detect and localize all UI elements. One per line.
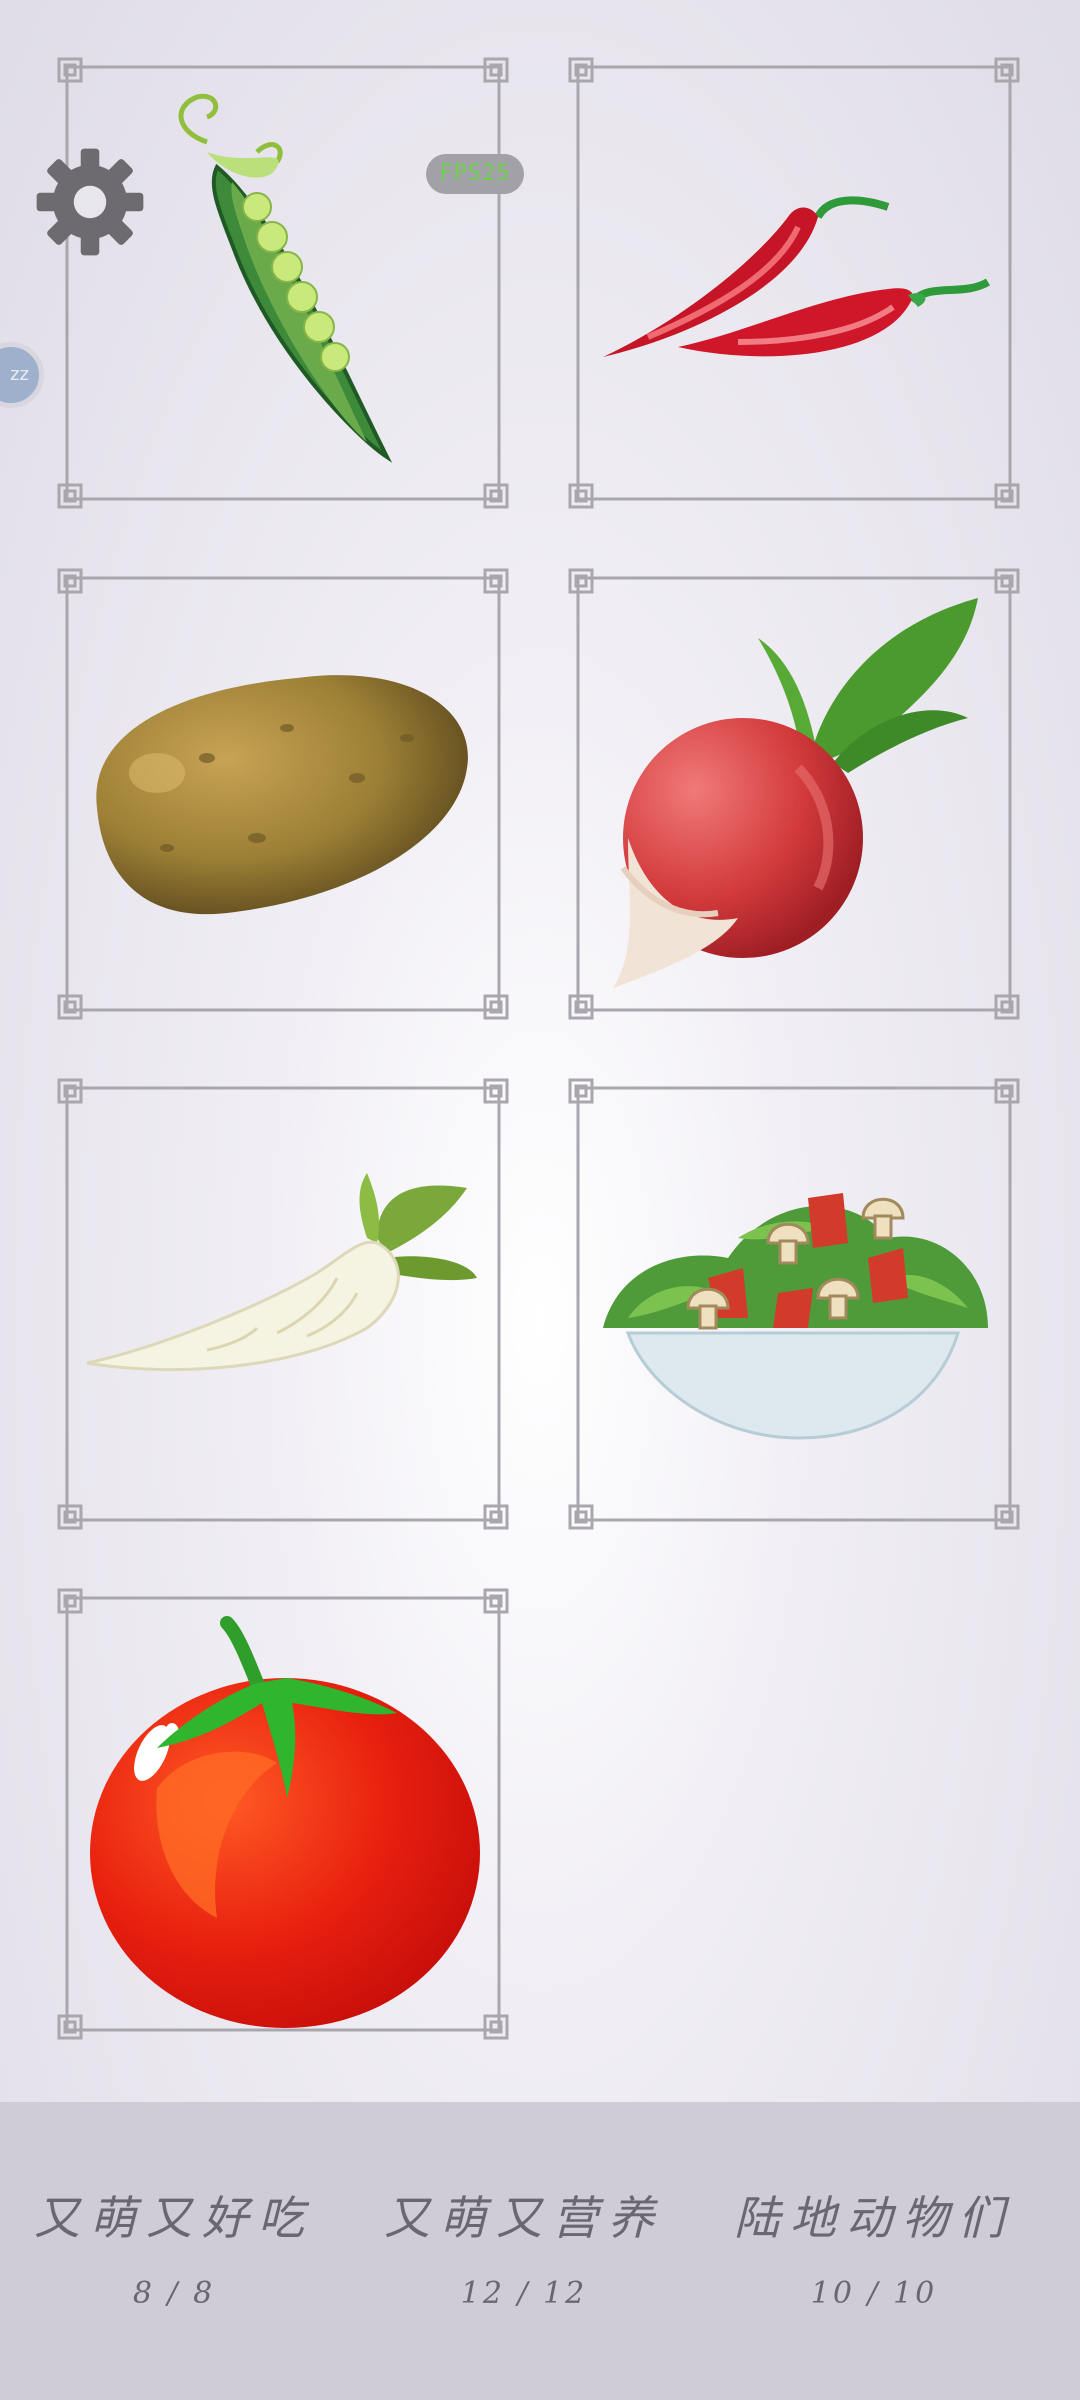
album-progress: 10 / 10 [810, 2276, 938, 2311]
album-title: 陆地动物们 [734, 2191, 1014, 2245]
gear-icon[interactable] [32, 144, 148, 260]
album-tab-3[interactable]: 陆地动物们 10 / 10 [694, 2182, 1054, 2311]
card-white-radish[interactable] [57, 1078, 509, 1530]
album-title: 又萌又营养 [384, 2191, 664, 2245]
album-title: 又萌又好吃 [34, 2191, 314, 2245]
card-potato[interactable] [57, 568, 509, 1020]
card-salad-bowl[interactable] [568, 1078, 1020, 1530]
floating-assistant-bubble[interactable]: zz [0, 342, 44, 408]
salad-icon [603, 1193, 988, 1440]
chili-pepper-icon [603, 196, 991, 357]
fps-counter-badge: FPS25 [426, 154, 524, 194]
tomato-icon [90, 1616, 480, 2028]
radish-icon [613, 598, 978, 988]
card-radish[interactable] [568, 568, 1020, 1020]
album-tab-1[interactable]: 又萌又好吃 8 / 8 [0, 2182, 354, 2311]
card-red-chili-peppers[interactable] [568, 57, 1020, 509]
card-tomato[interactable] [57, 1588, 509, 2040]
album-progress: 12 / 12 [460, 2276, 588, 2311]
pea-pod-icon [178, 93, 393, 463]
album-tab-2[interactable]: 又萌又营养 12 / 12 [344, 2182, 704, 2311]
card-pea-pod[interactable] [57, 57, 509, 509]
album-progress: 8 / 8 [132, 2276, 216, 2311]
daikon-icon [86, 1173, 477, 1372]
potato-icon [96, 675, 468, 915]
album-tab-bar: 又萌又好吃 8 / 8 又萌又营养 12 / 12 陆地动物们 10 / 10 [0, 2102, 1080, 2400]
